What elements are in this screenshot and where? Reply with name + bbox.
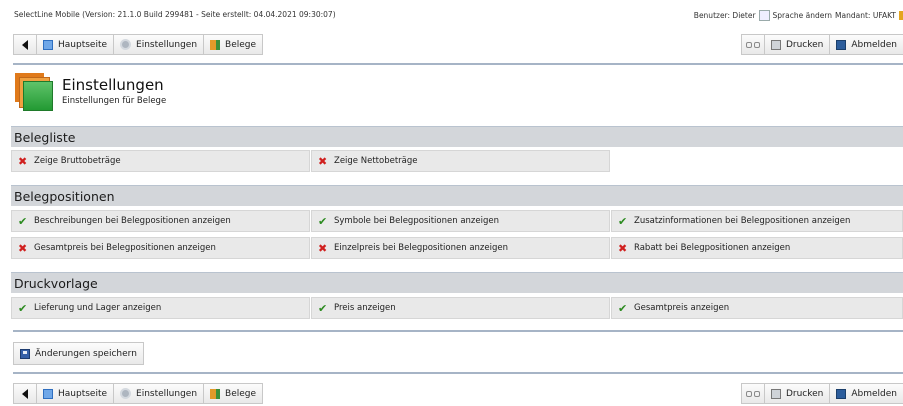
option-label: Einzelpreis bei Belegpositionen anzeigen	[334, 243, 508, 253]
language-link[interactable]: Sprache ändern	[773, 11, 833, 20]
settings-button[interactable]: Einstellungen	[113, 34, 205, 55]
status-right: Benutzer: Dieter Sprache ändern Mandant:…	[694, 10, 903, 21]
belege-button[interactable]: Belege	[203, 383, 264, 404]
status-line: SelectLine Mobile (Version: 21.1.0 Build…	[14, 10, 903, 22]
printer-icon	[770, 388, 781, 399]
divider	[13, 330, 903, 332]
bottom-toolbar: Hauptseite Einstellungen Belege Drucken …	[13, 383, 903, 406]
back-arrow-icon	[22, 39, 28, 50]
option-label: Beschreibungen bei Belegpositionen anzei…	[34, 216, 231, 226]
cross-icon: ✖	[618, 241, 628, 255]
home-button[interactable]: Hauptseite	[36, 34, 115, 55]
section-title: Belegliste	[11, 126, 903, 147]
print-label: Drucken	[785, 388, 824, 399]
print-button[interactable]: Drucken	[763, 383, 831, 404]
gear-icon	[120, 388, 132, 399]
back-arrow-icon	[22, 388, 28, 399]
belege-button[interactable]: Belege	[203, 34, 264, 55]
cross-icon: ✖	[18, 241, 28, 255]
action-group: Drucken Abmelden	[740, 34, 903, 55]
language-flag-icon[interactable]	[758, 10, 770, 21]
glasses-icon	[745, 41, 760, 48]
view-button[interactable]	[740, 383, 765, 404]
cross-icon: ✖	[18, 154, 28, 168]
section-title: Druckvorlage	[11, 272, 903, 293]
glasses-icon	[745, 390, 760, 397]
settings-page-icon	[15, 73, 53, 111]
option-toggle[interactable]: ✔ Preis anzeigen	[311, 297, 610, 319]
option-toggle[interactable]: ✔ Lieferung und Lager anzeigen	[11, 297, 310, 319]
home-icon	[43, 39, 53, 50]
logout-label: Abmelden	[851, 388, 897, 399]
option-toggle[interactable]: ✖ Zeige Nettobeträge	[311, 150, 610, 172]
option-toggle[interactable]: ✔ Beschreibungen bei Belegpositionen anz…	[11, 210, 310, 232]
view-button[interactable]	[740, 34, 765, 55]
top-toolbar: Hauptseite Einstellungen Belege Drucken …	[13, 34, 903, 57]
belege-label: Belege	[225, 39, 257, 50]
check-icon: ✔	[618, 214, 628, 228]
cross-icon: ✖	[318, 241, 328, 255]
option-label: Zeige Nettobeträge	[334, 156, 418, 166]
belege-label: Belege	[225, 388, 257, 399]
option-toggle[interactable]: ✔ Symbole bei Belegpositionen anzeigen	[311, 210, 610, 232]
client-badge-icon	[899, 11, 903, 20]
app-info: SelectLine Mobile (Version: 21.1.0 Build…	[14, 10, 336, 19]
option-toggle[interactable]: ✔ Zusatzinformationen bei Belegpositione…	[611, 210, 903, 232]
logout-icon	[836, 39, 847, 50]
check-icon: ✔	[18, 301, 28, 315]
option-toggle[interactable]: ✖ Gesamtpreis bei Belegpositionen anzeig…	[11, 237, 310, 259]
settings-label: Einstellungen	[136, 388, 198, 399]
page-subtitle: Einstellungen für Belege	[62, 96, 167, 106]
page-title: Einstellungen	[62, 76, 164, 94]
option-label: Symbole bei Belegpositionen anzeigen	[334, 216, 499, 226]
save-changes-button[interactable]: Änderungen speichern	[13, 342, 144, 365]
logout-label: Abmelden	[851, 39, 897, 50]
user-label: Benutzer: Dieter	[693, 11, 756, 20]
option-label: Gesamtpreis bei Belegpositionen anzeigen	[34, 243, 216, 253]
belege-icon	[210, 39, 221, 50]
check-icon: ✔	[318, 301, 328, 315]
option-toggle[interactable]: ✖ Rabatt bei Belegpositionen anzeigen	[611, 237, 903, 259]
page-header: Einstellungen Einstellungen für Belege	[13, 71, 903, 119]
back-button[interactable]	[13, 34, 37, 55]
check-icon: ✔	[318, 214, 328, 228]
nav-group: Hauptseite Einstellungen Belege	[13, 383, 264, 404]
home-label: Hauptseite	[58, 39, 108, 50]
belege-icon	[210, 388, 221, 399]
print-label: Drucken	[785, 39, 824, 50]
option-label: Gesamtpreis anzeigen	[634, 303, 730, 313]
section-title: Belegpositionen	[11, 185, 903, 206]
back-button[interactable]	[13, 383, 37, 404]
save-label: Änderungen speichern	[35, 348, 137, 359]
print-button[interactable]: Drucken	[763, 34, 831, 55]
logout-button[interactable]: Abmelden	[829, 383, 903, 404]
client-label: Mandant: UFAKT	[835, 11, 896, 20]
cross-icon: ✖	[318, 154, 328, 168]
logout-button[interactable]: Abmelden	[829, 34, 903, 55]
home-icon	[43, 388, 53, 399]
home-label: Hauptseite	[58, 388, 108, 399]
option-toggle[interactable]: ✖ Einzelpreis bei Belegpositionen anzeig…	[311, 237, 610, 259]
settings-label: Einstellungen	[136, 39, 198, 50]
option-toggle[interactable]: ✖ Zeige Bruttobeträge	[11, 150, 310, 172]
option-label: Preis anzeigen	[334, 303, 396, 313]
divider	[13, 63, 903, 65]
home-button[interactable]: Hauptseite	[36, 383, 115, 404]
check-icon: ✔	[18, 214, 28, 228]
save-disk-icon	[20, 348, 30, 359]
option-label: Rabatt bei Belegpositionen anzeigen	[634, 243, 791, 253]
option-toggle[interactable]: ✔ Gesamtpreis anzeigen	[611, 297, 903, 319]
settings-button[interactable]: Einstellungen	[113, 383, 205, 404]
nav-group: Hauptseite Einstellungen Belege	[13, 34, 264, 55]
option-label: Zusatzinformationen bei Belegpositionen …	[634, 216, 851, 226]
printer-icon	[770, 39, 781, 50]
gear-icon	[120, 39, 132, 50]
logout-icon	[836, 388, 847, 399]
option-label: Lieferung und Lager anzeigen	[34, 303, 162, 313]
divider	[13, 372, 903, 374]
check-icon: ✔	[618, 301, 628, 315]
option-label: Zeige Bruttobeträge	[34, 156, 121, 166]
action-group: Drucken Abmelden	[740, 383, 903, 404]
